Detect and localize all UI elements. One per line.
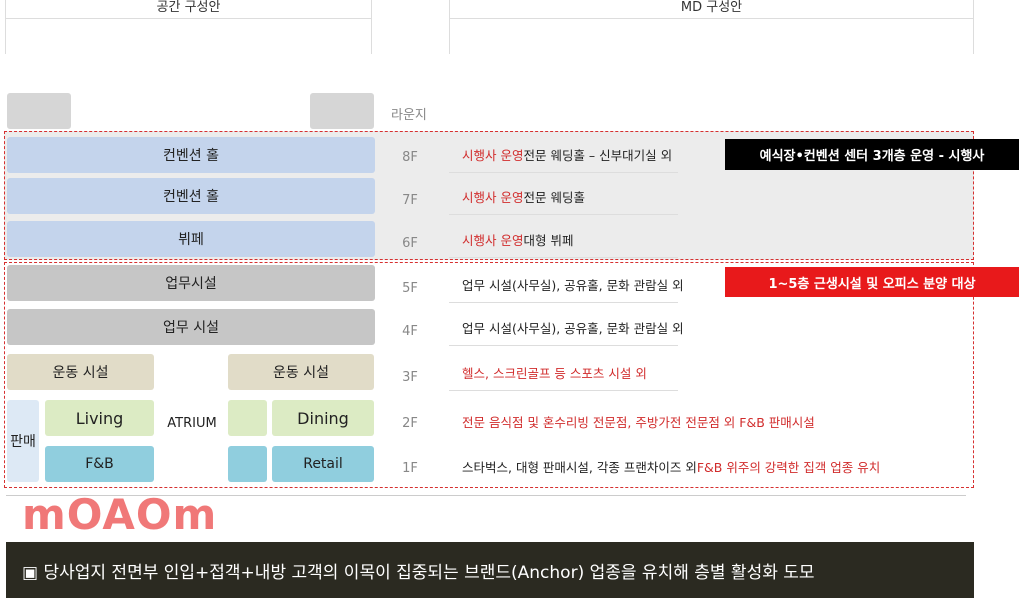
block-3f-sports-left: 운동 시설 bbox=[7, 354, 154, 390]
md-4f: 업무 시설(사무실), 공유홀, 문화 관람실 외 bbox=[449, 310, 684, 346]
md-5f: 업무 시설(사무실), 공유홀, 문화 관람실 외 bbox=[449, 267, 684, 303]
floor-label-2f: 2F bbox=[402, 416, 418, 431]
md-2f-text: 전문 음식점 및 혼수리빙 전문점, 주방가전 전문점 외 F&B 판매시설 bbox=[462, 414, 815, 430]
block-8f-convention-hall: 컨벤션 홀 bbox=[7, 137, 375, 173]
md-3f-text: 헬스, 스크린골프 등 스포츠 시설 외 bbox=[462, 366, 647, 381]
footer-banner: ▣ 당사업지 전면부 인입+접객+내방 고객의 이목이 집중되는 브랜드(Anc… bbox=[6, 542, 974, 598]
md-6f: 시행사 운영 대형 뷔페 bbox=[449, 222, 678, 258]
floor-label-7f: 7F bbox=[402, 193, 418, 208]
block-2f-living: Living bbox=[45, 400, 154, 436]
md-2f: 전문 음식점 및 혼수리빙 전문점, 주방가전 전문점 외 F&B 판매시설 bbox=[449, 403, 869, 439]
lounge-block-left bbox=[7, 93, 71, 129]
md-7f-text: 전문 웨딩홀 bbox=[523, 190, 585, 205]
block-5f-office: 업무시설 bbox=[7, 265, 375, 301]
block-3f-sports-right: 운동 시설 bbox=[228, 354, 374, 390]
md-1f-text: 스타벅스, 대형 판매시설, 각종 프랜차이즈 외 bbox=[462, 459, 697, 475]
header-md-label: MD 구성안 bbox=[680, 0, 743, 15]
header-space-plan: 공간 구성안 bbox=[5, 0, 372, 54]
md-7f: 시행사 운영 전문 웨딩홀 bbox=[449, 179, 678, 215]
md-1f-highlight: F&B 위주의 강력한 집객 업종 유치 bbox=[696, 459, 881, 475]
block-1f-fnb: F&B bbox=[45, 446, 154, 482]
lounge-block-right bbox=[310, 93, 374, 129]
block-1f-small bbox=[228, 446, 267, 482]
md-8f-operator: 시행사 운영 bbox=[462, 148, 524, 163]
tag-sale-target: 1~5층 근생시설 및 오피스 분양 대상 bbox=[725, 267, 1019, 297]
block-2f-dining: Dining bbox=[272, 400, 374, 436]
md-6f-operator: 시행사 운영 bbox=[462, 233, 524, 248]
tag-convention-operator: 예식장•컨벤션 센터 3개층 운영 - 시행사 bbox=[725, 139, 1019, 170]
md-4f-text: 업무 시설(사무실), 공유홀, 문화 관람실 외 bbox=[462, 321, 684, 336]
floor-label-1f: 1F bbox=[402, 461, 418, 476]
md-6f-text: 대형 뷔페 bbox=[523, 233, 574, 248]
footer-text: ▣ 당사업지 전면부 인입+접객+내방 고객의 이목이 집중되는 브랜드(Anc… bbox=[22, 562, 815, 583]
floor-label-3f: 3F bbox=[402, 370, 418, 385]
md-7f-operator: 시행사 운영 bbox=[462, 190, 524, 205]
header-space-label: 공간 구성안 bbox=[156, 0, 221, 15]
header-divider bbox=[450, 18, 973, 19]
floor-label-4f: 4F bbox=[402, 324, 418, 339]
lounge-label: 라운지 bbox=[391, 108, 427, 123]
md-1f: 스타벅스, 대형 판매시설, 각종 프랜차이즈 외 F&B 위주의 강력한 집객… bbox=[449, 448, 919, 484]
header-divider bbox=[6, 18, 371, 19]
atrium-label: ATRIUM bbox=[167, 415, 217, 431]
block-7f-convention-hall: 컨벤션 홀 bbox=[7, 178, 375, 214]
floor-label-5f: 5F bbox=[402, 281, 418, 296]
block-1f-retail: Retail bbox=[272, 446, 374, 482]
block-2f-small bbox=[228, 400, 267, 436]
block-sales: 판매 bbox=[7, 400, 39, 482]
md-8f-text: 전문 웨딩홀 – 신부대기실 외 bbox=[523, 148, 673, 163]
md-5f-text: 업무 시설(사무실), 공유홀, 문화 관람실 외 bbox=[462, 278, 684, 293]
header-md-plan: MD 구성안 bbox=[449, 0, 974, 54]
floor-label-6f: 6F bbox=[402, 236, 418, 251]
watermark-logo: mOAOm bbox=[22, 490, 218, 539]
block-4f-office: 업무 시설 bbox=[7, 309, 375, 345]
floor-label-8f: 8F bbox=[402, 150, 418, 165]
md-8f: 시행사 운영 전문 웨딩홀 – 신부대기실 외 bbox=[449, 137, 678, 173]
block-6f-buffet: 뷔페 bbox=[7, 221, 375, 257]
md-3f: 헬스, 스크린골프 등 스포츠 시설 외 bbox=[449, 355, 678, 391]
